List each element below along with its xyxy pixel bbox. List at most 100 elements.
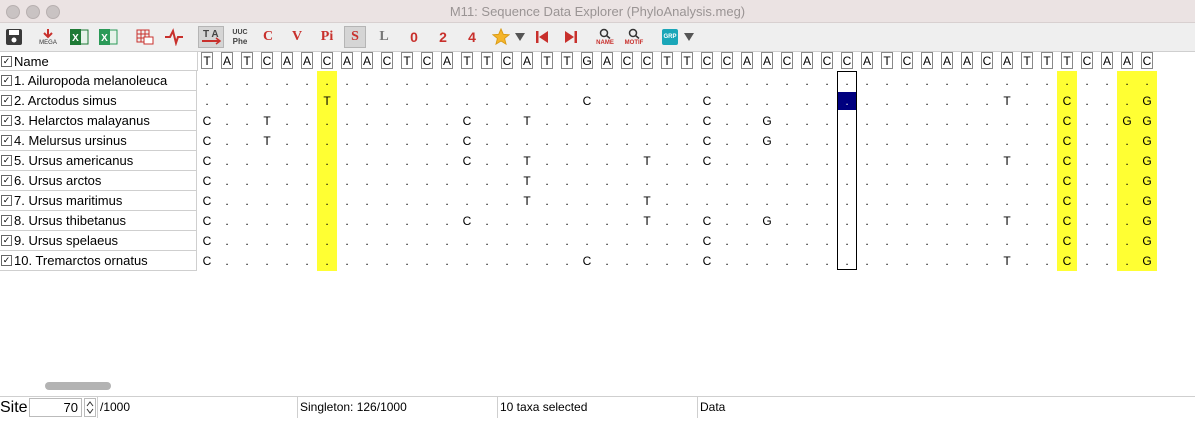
header-base[interactable]: C <box>1081 52 1093 69</box>
site-stepper[interactable] <box>84 398 96 417</box>
sequence-cell[interactable]: . <box>300 71 314 91</box>
sequence-cell[interactable]: C <box>700 151 714 171</box>
header-base[interactable]: T <box>541 52 553 69</box>
sequence-cell[interactable]: . <box>200 71 214 91</box>
sequence-cell[interactable]: C <box>700 91 714 111</box>
sequence-cell[interactable]: . <box>1100 71 1114 91</box>
sequence-cell[interactable]: C <box>460 211 474 231</box>
sequence-cell[interactable]: . <box>740 131 754 151</box>
sequence-cell[interactable]: C <box>200 191 214 211</box>
sequence-cell[interactable]: . <box>340 191 354 211</box>
sequence-cell[interactable]: . <box>760 71 774 91</box>
sequence-cell[interactable]: . <box>260 91 274 111</box>
sequence-cell[interactable]: . <box>240 111 254 131</box>
sequence-cell[interactable]: G <box>1140 151 1154 171</box>
sequence-cell[interactable]: . <box>760 151 774 171</box>
sequence-cell[interactable]: G <box>1140 211 1154 231</box>
sequence-cell[interactable]: . <box>1020 191 1034 211</box>
sequence-cell[interactable]: . <box>960 171 974 191</box>
sequence-cell[interactable]: . <box>420 131 434 151</box>
sequence-cell[interactable]: . <box>920 91 934 111</box>
sequence-cell[interactable]: C <box>1060 111 1074 131</box>
sequence-cell[interactable]: . <box>880 211 894 231</box>
sequence-cell[interactable]: C <box>200 251 214 271</box>
sequence-cell[interactable]: . <box>480 251 494 271</box>
sequence-cell[interactable]: T <box>520 191 534 211</box>
sequence-cell[interactable]: . <box>800 111 814 131</box>
sequence-cell[interactable]: . <box>460 171 474 191</box>
sequence-cell[interactable]: . <box>860 91 874 111</box>
sequence-cell[interactable]: . <box>620 131 634 151</box>
sequence-cell[interactable]: . <box>260 171 274 191</box>
sequence-cell[interactable]: . <box>740 111 754 131</box>
sequence-cell[interactable]: . <box>240 131 254 151</box>
sequence-cell[interactable]: . <box>760 91 774 111</box>
sequence-cell[interactable]: . <box>780 231 794 251</box>
sequence-cell[interactable]: . <box>720 251 734 271</box>
sequence-cell[interactable]: . <box>220 151 234 171</box>
sequence-cell[interactable]: . <box>360 231 374 251</box>
sequence-cell[interactable]: . <box>300 191 314 211</box>
sequence-cell[interactable]: . <box>1120 231 1134 251</box>
sequence-cell[interactable]: . <box>980 131 994 151</box>
sequence-cell[interactable]: . <box>660 111 674 131</box>
sequence-cell[interactable]: . <box>540 151 554 171</box>
sequence-cell[interactable]: . <box>760 191 774 211</box>
sequence-cell[interactable]: . <box>780 71 794 91</box>
sequence-cell[interactable]: . <box>1020 151 1034 171</box>
sequence-cell[interactable]: . <box>680 91 694 111</box>
sequence-cell[interactable]: G <box>1120 111 1134 131</box>
sequence-cell[interactable]: . <box>580 171 594 191</box>
previous-site-button[interactable] <box>533 26 551 48</box>
sequence-cell[interactable]: . <box>600 211 614 231</box>
sequence-cell[interactable]: . <box>820 111 834 131</box>
sequence-cell[interactable]: . <box>920 251 934 271</box>
sequence-cell[interactable]: . <box>820 251 834 271</box>
sequence-cell[interactable]: . <box>360 111 374 131</box>
sequence-cell[interactable]: G <box>760 131 774 151</box>
sequence-cell[interactable]: . <box>1040 71 1054 91</box>
sequence-cell[interactable]: . <box>960 251 974 271</box>
taxon-checkbox[interactable]: ✓ <box>1 255 12 266</box>
sequence-cell[interactable]: T <box>640 191 654 211</box>
sequence-cell[interactable]: C <box>1060 191 1074 211</box>
sequence-cell[interactable]: C <box>200 231 214 251</box>
sequence-cell[interactable]: . <box>340 151 354 171</box>
highlight-star-button[interactable] <box>490 26 512 48</box>
sequence-cell[interactable]: . <box>300 131 314 151</box>
sequence-cell[interactable]: . <box>800 191 814 211</box>
header-base[interactable]: C <box>901 52 913 69</box>
sequence-cell[interactable]: . <box>800 131 814 151</box>
sequence-cell[interactable]: . <box>1040 211 1054 231</box>
sequence-cell[interactable]: . <box>940 191 954 211</box>
header-base[interactable]: T <box>201 52 213 69</box>
header-base[interactable]: A <box>961 52 973 69</box>
sequence-cell[interactable]: G <box>1140 251 1154 271</box>
sequence-cell[interactable]: . <box>900 91 914 111</box>
sequence-cell[interactable]: . <box>680 211 694 231</box>
sequence-cell[interactable]: . <box>380 111 394 131</box>
sequence-cell[interactable]: . <box>260 231 274 251</box>
sequence-cell[interactable]: . <box>460 191 474 211</box>
sequence-cell[interactable]: . <box>860 171 874 191</box>
sequence-cell[interactable]: . <box>860 211 874 231</box>
sequence-cell[interactable]: . <box>420 111 434 131</box>
sequence-cell[interactable]: C <box>580 91 594 111</box>
sequence-cell[interactable]: . <box>920 131 934 151</box>
sequence-cell[interactable]: . <box>900 111 914 131</box>
sequence-cell[interactable]: . <box>1020 171 1034 191</box>
selected-cell[interactable]: . <box>838 92 856 110</box>
sequence-cell[interactable]: . <box>760 251 774 271</box>
sequence-cell[interactable]: . <box>1100 151 1114 171</box>
sequence-cell[interactable]: . <box>800 71 814 91</box>
sequence-cell[interactable]: . <box>620 211 634 231</box>
sequence-cell[interactable]: . <box>780 211 794 231</box>
sequence-cell[interactable]: . <box>280 151 294 171</box>
variable-sites-button[interactable]: V <box>288 26 306 48</box>
sequence-cell[interactable]: . <box>220 191 234 211</box>
sequence-cell[interactable]: . <box>420 251 434 271</box>
taxon-row[interactable]: ✓ 3. Helarctos malayanus <box>0 111 197 131</box>
sequence-cell[interactable]: . <box>300 111 314 131</box>
header-base[interactable]: C <box>321 52 333 69</box>
sequence-cell[interactable]: . <box>900 151 914 171</box>
